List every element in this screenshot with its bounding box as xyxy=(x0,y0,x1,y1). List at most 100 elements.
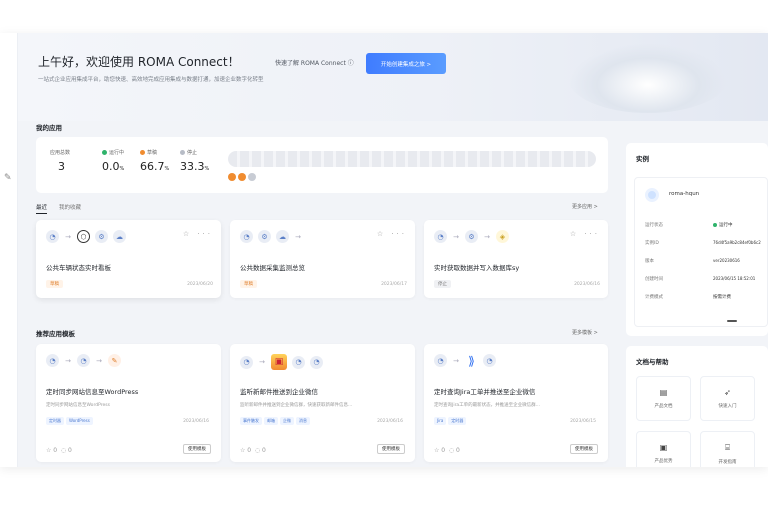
draft-dot-icon xyxy=(238,173,246,181)
arrow-icon: → xyxy=(65,232,71,241)
like-comment-icons[interactable]: ☆ 0 ◌ 0 xyxy=(434,447,460,454)
instance-title: 实例 xyxy=(636,155,649,163)
app-date: 2023/06/16 xyxy=(574,282,600,287)
doc-link-devguide[interactable]: ⌸ 开发指南 xyxy=(700,431,755,467)
tag: 企微 xyxy=(280,417,294,425)
stat-running-label: 运行中 xyxy=(109,150,125,156)
learn-more-link[interactable]: 快速了解 ROMA Connect ⓘ xyxy=(275,58,354,67)
code-icon: ⌸ xyxy=(725,442,730,452)
app-date: 2023/06/20 xyxy=(187,282,213,287)
flow-icons: ◔ → ▣ ◔ ◔ xyxy=(240,354,323,370)
template-card[interactable]: ◔ → ⟫ ◔ 定时查询Jira工单并推送至企业微信 定时查询Jira工单的最新… xyxy=(424,344,608,462)
tag: Jira xyxy=(434,417,447,425)
docs-panel: 文档与帮助 ▤ 产品文档 ➶ 快速入门 ▣ 产品优势 ⌸ 开发指南 xyxy=(626,346,768,467)
app-window: ✎ 上午好，欢迎使用 ROMA Connect！ 一站式企业应用集成平台，助您快… xyxy=(0,33,768,467)
instance-card[interactable]: roma-hqun 运行状态 运行中 实例ID 76d4f5a9b2c84ef0… xyxy=(634,177,768,327)
pagination-indicator[interactable] xyxy=(727,320,737,322)
tag: 邮箱 xyxy=(264,417,278,425)
tag: 定时器 xyxy=(448,417,467,425)
app-card[interactable]: ◔ → ⚙ → ◈ ☆ ··· 实时获取数据并写入数据库sy 停止 2023/0… xyxy=(424,220,608,298)
shield-icon: ⬡ xyxy=(77,230,90,243)
tag: 定时器 xyxy=(46,417,64,425)
flow-icons: ◔ → ⚙ → ◈ xyxy=(434,230,509,243)
field-label: 实例ID xyxy=(645,241,659,246)
app-title: 公共数据采集监测总览 xyxy=(240,264,305,272)
expand-icon[interactable]: ✎ xyxy=(4,173,12,183)
field-label: 运行状态 xyxy=(645,223,663,228)
stat-stopped-value: 33.3 xyxy=(180,160,205,173)
template-desc: 定时查询Jira工单的最新状态，并推送至企业微信群... xyxy=(434,403,540,408)
connector-icon: ◔ xyxy=(46,230,59,243)
start-integration-button[interactable]: 开始创建集成之旅 > xyxy=(366,53,446,74)
connector-icon: ⚙ xyxy=(465,230,478,243)
stat-total-value: 3 xyxy=(58,160,65,173)
running-dot-icon xyxy=(713,222,717,227)
template-title: 监听新邮件推送到企业微信 xyxy=(240,388,318,396)
card-actions-icon[interactable]: ☆ ··· xyxy=(377,230,407,238)
more-templates-link[interactable]: 更多模板 > xyxy=(572,329,598,336)
doc-icon: ▤ xyxy=(659,388,668,397)
tag: 消息 xyxy=(296,417,310,425)
stat-draft-unit: % xyxy=(164,166,170,172)
use-template-button[interactable]: 使用模板 xyxy=(570,444,598,454)
template-desc: 监听新邮件并推送到企业微信群，快速获取新邮件信息... xyxy=(240,403,353,408)
rocket-icon: ➶ xyxy=(724,388,731,397)
connector-icon: ◔ xyxy=(240,230,253,243)
wordpress-icon: ✎ xyxy=(108,354,121,367)
arrow-icon: → xyxy=(65,356,71,365)
arrow-icon: → xyxy=(453,232,459,241)
template-date: 2023/06/16 xyxy=(183,419,209,424)
stat-stopped: 停止 33.3% xyxy=(180,149,209,173)
doc-link-advantages[interactable]: ▣ 产品优势 xyxy=(636,431,691,467)
template-tags: Jira 定时器 xyxy=(434,417,467,425)
instance-status: 运行中 xyxy=(719,223,733,228)
app-card[interactable]: ◔ → ⬡ ⚙ ☁ ☆ ··· 公共车辆状态实时看板 草稿 2023/06/20 xyxy=(36,220,221,298)
app-card[interactable]: ◔ ⚙ ☁ → ☆ ··· 公共数据采集监测总览 草稿 2023/06/17 xyxy=(230,220,415,298)
connector-icon: ☁ xyxy=(276,230,289,243)
connector-icon: ◔ xyxy=(310,355,323,369)
stat-stopped-unit: % xyxy=(204,166,210,172)
flow-icons: ◔ → ◔ → ✎ xyxy=(46,354,121,367)
connector-icon: ◔ xyxy=(292,355,305,369)
connector-icon: ◔ xyxy=(434,354,447,367)
flow-icons: ◔ → ⬡ ⚙ ☁ xyxy=(46,230,126,243)
stopped-dot-icon xyxy=(180,150,185,155)
tab-recent[interactable]: 最近 xyxy=(36,203,48,214)
app-title: 公共车辆状态实时看板 xyxy=(46,264,111,272)
collapsed-sidebar[interactable]: ✎ xyxy=(0,33,18,467)
arrow-icon: → xyxy=(453,356,459,365)
arrow-icon: → xyxy=(96,356,102,365)
jira-icon: ⟫ xyxy=(468,353,475,368)
use-template-button[interactable]: 使用模板 xyxy=(183,444,211,454)
welcome-banner: 上午好，欢迎使用 ROMA Connect！ 一站式企业应用集成平台，助您快速、… xyxy=(18,33,768,121)
field-value: 按需计费 xyxy=(713,295,731,300)
template-card[interactable]: ◔ → ▣ ◔ ◔ 监听新邮件推送到企业微信 监听新邮件并推送到企业微信群，快速… xyxy=(230,344,415,462)
template-card[interactable]: ◔ → ◔ → ✎ 定时同步网站信息至WordPress 定时同步网站信息至Wo… xyxy=(36,344,221,462)
database-icon: ◈ xyxy=(496,230,509,243)
like-comment-icons[interactable]: ☆ 0 ◌ 0 xyxy=(46,447,72,454)
status-badge: 草稿 xyxy=(240,280,257,288)
connector-icon: ◔ xyxy=(77,354,90,367)
tab-favorites[interactable]: 我的收藏 xyxy=(59,203,81,214)
field-value: 运行中 xyxy=(713,222,733,228)
stat-draft-label: 草稿 xyxy=(147,150,158,156)
banner-illustration xyxy=(568,43,728,113)
template-date: 2023/06/15 xyxy=(570,419,596,424)
like-comment-icons[interactable]: ☆ 0 ◌ 0 xyxy=(240,447,266,454)
arrow-icon: → xyxy=(484,232,490,241)
flow-icons: ◔ ⚙ ☁ → xyxy=(240,230,302,243)
doc-label: 产品文档 xyxy=(654,404,673,409)
doc-link-quickstart[interactable]: ➶ 快速入门 xyxy=(700,376,755,421)
greeting-subtitle: 一站式企业应用集成平台，助您快速、高效地完成应用集成与数据打通，加速企业数字化转… xyxy=(38,77,264,83)
doc-link-product[interactable]: ▤ 产品文档 xyxy=(636,376,691,421)
app-status-bar xyxy=(228,151,596,167)
more-apps-link[interactable]: 更多应用 > xyxy=(572,203,598,210)
use-template-button[interactable]: 使用模板 xyxy=(377,444,405,454)
star-icon: ▣ xyxy=(659,443,668,452)
field-value: 76d4f5a9b2c84ef0b6c2 xyxy=(713,240,761,245)
card-actions-icon[interactable]: ☆ ··· xyxy=(570,230,600,238)
app-title: 实时获取数据并写入数据库sy xyxy=(434,264,520,272)
status-badge: 草稿 xyxy=(46,280,63,288)
card-actions-icon[interactable]: ☆ ··· xyxy=(183,230,213,238)
connector-icon: ☁ xyxy=(113,230,126,243)
